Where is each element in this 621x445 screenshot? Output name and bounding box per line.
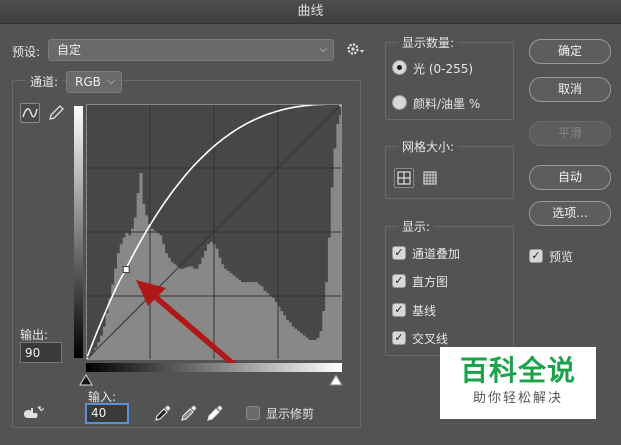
- cancel-button[interactable]: 取消: [529, 77, 611, 102]
- histogram-bar: [288, 322, 292, 360]
- channel-overlay-label: 通道叠加: [412, 247, 461, 261]
- histogram-label: 直方图: [412, 275, 449, 289]
- gray-eyedropper-icon[interactable]: [180, 404, 198, 426]
- watermark-sub-text: 助你轻松解决: [472, 391, 563, 406]
- input-field[interactable]: 40: [86, 404, 128, 423]
- histogram-bar: [325, 282, 329, 360]
- histogram-bar: [302, 335, 306, 360]
- chevron-down-icon: ⌵: [107, 76, 115, 87]
- channel-select[interactable]: RGB ⌵: [66, 71, 122, 93]
- intersection-label: 交叉线: [412, 332, 449, 346]
- preset-value: 自定: [57, 43, 82, 57]
- histogram-bar: [254, 282, 258, 360]
- watermark-main-text: 百科全说: [459, 354, 576, 387]
- pencil-icon[interactable]: [46, 103, 66, 123]
- show-title: 显示:: [398, 218, 435, 235]
- output-gradient-bar: [74, 106, 83, 358]
- grid-4-icon[interactable]: [394, 168, 414, 188]
- histogram-bar: [271, 297, 275, 360]
- auto-button[interactable]: 自动: [529, 165, 611, 190]
- curve-control-point[interactable]: [122, 266, 130, 274]
- input-label: 输入:: [88, 390, 117, 404]
- output-label: 输出:: [20, 328, 49, 342]
- output-field[interactable]: 90: [20, 342, 62, 363]
- pigment-radio[interactable]: [392, 95, 407, 110]
- channel-label: 通道:: [26, 73, 63, 90]
- histogram-bar: [280, 311, 284, 360]
- histogram-bar: [116, 253, 121, 360]
- histogram-bar: [260, 286, 264, 360]
- channel-value: RGB: [75, 75, 101, 89]
- histogram-bar: [119, 244, 123, 360]
- histogram-bar: [268, 295, 272, 360]
- window-title: 曲线: [0, 0, 621, 24]
- histogram-bar: [294, 328, 298, 360]
- light-radio-label: 光 (0-255): [413, 62, 474, 76]
- histogram-bar: [263, 290, 267, 360]
- histogram-bar: [316, 337, 320, 360]
- black-point-slider[interactable]: [79, 374, 93, 386]
- histogram-bar: [333, 148, 337, 360]
- histogram-bar: [266, 293, 270, 360]
- smooth-button[interactable]: 平滑: [529, 121, 611, 146]
- white-point-slider[interactable]: [329, 374, 343, 386]
- preview-checkbox[interactable]: ✓: [529, 249, 543, 263]
- show-amount-title: 显示数量:: [398, 34, 459, 51]
- histogram-bar: [322, 311, 326, 360]
- histogram-bar: [97, 342, 101, 360]
- histogram-bar: [100, 335, 104, 360]
- pigment-radio-label: 颜料/油墨 %: [413, 97, 481, 111]
- curve-point-tool-icon[interactable]: [20, 103, 40, 123]
- intersection-checkbox[interactable]: ✓: [392, 331, 406, 345]
- preset-label: 预设:: [12, 45, 41, 59]
- show-clipping-checkbox[interactable]: [246, 406, 260, 420]
- histogram-bar: [274, 302, 278, 360]
- white-eyedropper-icon[interactable]: [206, 404, 224, 426]
- watermark-logo: 百科全说 助你轻松解决: [440, 347, 596, 419]
- input-gradient-bar: [86, 363, 342, 372]
- histogram-bar: [299, 333, 303, 360]
- histogram-bar: [108, 298, 112, 360]
- gear-icon[interactable]: [346, 41, 366, 61]
- histogram-bar: [336, 124, 340, 360]
- annotation-arrow: [136, 280, 241, 371]
- histogram-bar: [125, 233, 129, 360]
- histogram-bar: [291, 326, 295, 360]
- options-button[interactable]: 选项...: [529, 201, 611, 226]
- show-clipping-label: 显示修剪: [266, 407, 315, 421]
- black-eyedropper-icon[interactable]: [154, 404, 172, 426]
- histogram-bar: [296, 331, 301, 360]
- histogram-bar: [282, 315, 287, 360]
- histogram-bar: [122, 237, 126, 360]
- histogram-bar: [114, 268, 118, 360]
- histogram-bar: [330, 187, 334, 360]
- histogram-bar: [305, 337, 309, 360]
- grid-size-title: 网格大小:: [398, 138, 459, 155]
- ok-button[interactable]: 确定: [529, 39, 611, 64]
- grid-10-icon[interactable]: [420, 168, 440, 188]
- histogram-bar: [313, 339, 317, 360]
- histogram-bar: [327, 237, 332, 360]
- histogram-bar: [311, 339, 315, 360]
- preset-select[interactable]: 自定 ⌵: [48, 39, 334, 61]
- histogram-bar: [285, 319, 289, 360]
- baseline-label: 基线: [412, 304, 437, 318]
- histogram-checkbox[interactable]: ✓: [392, 274, 406, 288]
- hand-target-icon[interactable]: [20, 404, 44, 426]
- preview-label: 预览: [549, 250, 574, 264]
- baseline-checkbox[interactable]: ✓: [392, 303, 406, 317]
- light-radio[interactable]: [392, 60, 407, 75]
- histogram-bar: [251, 282, 256, 360]
- chevron-down-icon: ⌵: [319, 44, 327, 55]
- channel-overlay-checkbox[interactable]: ✓: [392, 246, 406, 260]
- histogram-bar: [319, 331, 323, 360]
- histogram-bar: [105, 313, 109, 360]
- histogram-bar: [308, 339, 312, 360]
